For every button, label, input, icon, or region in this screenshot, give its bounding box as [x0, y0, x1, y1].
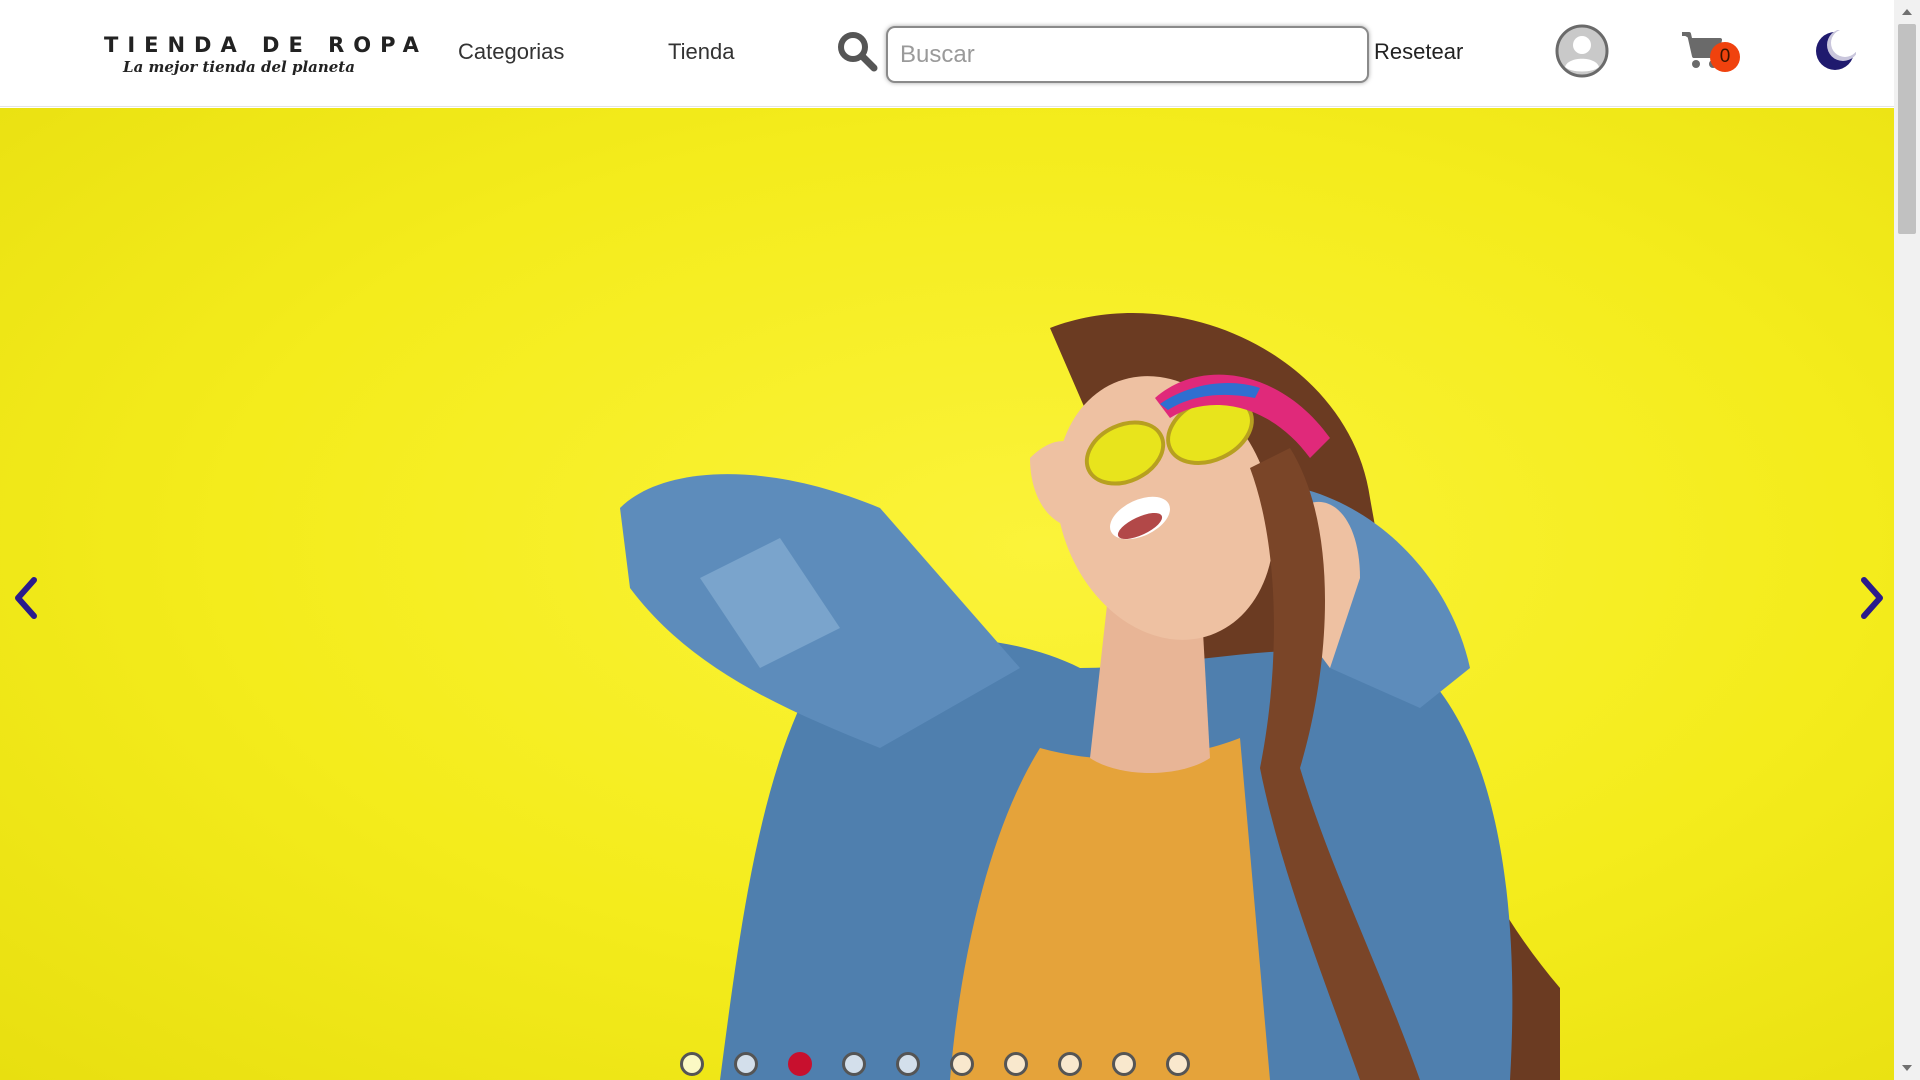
- scroll-up-icon[interactable]: [1894, 0, 1920, 24]
- carousel-dot-4[interactable]: [842, 1052, 866, 1076]
- carousel-dot-6[interactable]: [950, 1052, 974, 1076]
- carousel-indicators: [680, 1052, 1190, 1078]
- cart-button[interactable]: 0: [1680, 30, 1746, 76]
- carousel-dot-9[interactable]: [1112, 1052, 1136, 1076]
- nav-tienda-link[interactable]: Tienda: [668, 38, 734, 66]
- carousel-dot-8[interactable]: [1058, 1052, 1082, 1076]
- page-scrollbar[interactable]: [1894, 0, 1920, 1080]
- hero-carousel: [0, 108, 1894, 1080]
- logo-title: TIENDA DE ROPA: [104, 33, 428, 57]
- chevron-right-icon[interactable]: [1852, 568, 1892, 628]
- scrollbar-thumb[interactable]: [1898, 24, 1916, 234]
- carousel-dot-5[interactable]: [896, 1052, 920, 1076]
- chevron-left-icon[interactable]: [6, 568, 46, 628]
- store-logo[interactable]: TIENDA DE ROPA La mejor tienda del plane…: [104, 32, 428, 80]
- carousel-dot-1[interactable]: [680, 1052, 704, 1076]
- logo-tagline: La mejor tienda del planeta: [123, 58, 355, 76]
- search-input[interactable]: [886, 26, 1369, 83]
- search-icon[interactable]: [836, 30, 878, 72]
- reset-button[interactable]: Resetear: [1374, 38, 1463, 66]
- moon-icon[interactable]: [1814, 29, 1859, 72]
- nav-categorias-link[interactable]: Categorias: [458, 38, 564, 66]
- hero-banner-image: [620, 313, 1560, 1080]
- carousel-dot-7[interactable]: [1004, 1052, 1028, 1076]
- carousel-dot-10[interactable]: [1166, 1052, 1190, 1076]
- carousel-dot-3[interactable]: [788, 1052, 812, 1076]
- cart-count-badge: 0: [1710, 42, 1740, 72]
- site-header: TIENDA DE ROPA La mejor tienda del plane…: [0, 0, 1894, 107]
- scroll-down-icon[interactable]: [1894, 1056, 1920, 1080]
- user-avatar-icon[interactable]: [1555, 24, 1609, 78]
- carousel-dot-2[interactable]: [734, 1052, 758, 1076]
